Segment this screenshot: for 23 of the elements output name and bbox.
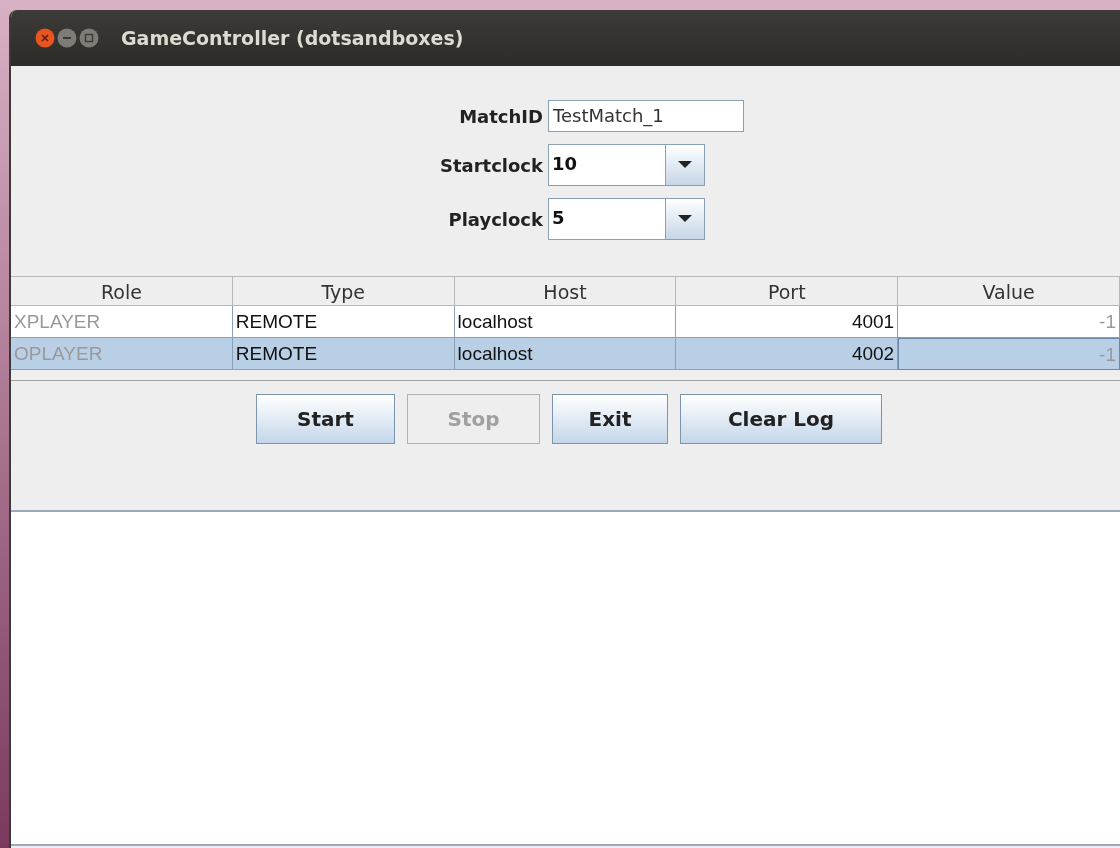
column-header[interactable]: Type — [232, 276, 455, 306]
table-cell: OPLAYER — [11, 338, 233, 370]
column-header[interactable]: Port — [676, 276, 899, 306]
action-button[interactable]: Start — [256, 394, 395, 444]
dropdown[interactable]: 10 — [548, 144, 705, 186]
field-label: Playclock — [447, 208, 544, 230]
field-label: MatchID — [458, 105, 544, 127]
column-header[interactable]: Role — [11, 276, 233, 306]
table-row[interactable]: XPLAYER REMOTE localhost 4001 -1 — [11, 306, 1120, 338]
dropdown[interactable]: 5 — [548, 198, 705, 240]
table-cell: REMOTE — [232, 338, 455, 370]
input-field[interactable]: TestMatch_1 — [548, 100, 744, 132]
table-cell: -1 — [898, 338, 1120, 370]
column-header[interactable]: Value — [898, 276, 1120, 306]
action-button[interactable]: Clear Log — [680, 394, 882, 444]
window-title: GameController (dotsandboxes) — [121, 27, 464, 49]
action-button[interactable]: Exit — [552, 394, 668, 444]
column-header[interactable]: Host — [454, 276, 677, 306]
table-row[interactable]: OPLAYER REMOTE localhost 4002 -1 — [11, 338, 1120, 370]
table-cell: localhost — [454, 338, 677, 370]
table-cell: 4002 — [676, 338, 899, 370]
field-label: Startclock — [438, 154, 544, 176]
table-cell: -1 — [898, 306, 1120, 338]
